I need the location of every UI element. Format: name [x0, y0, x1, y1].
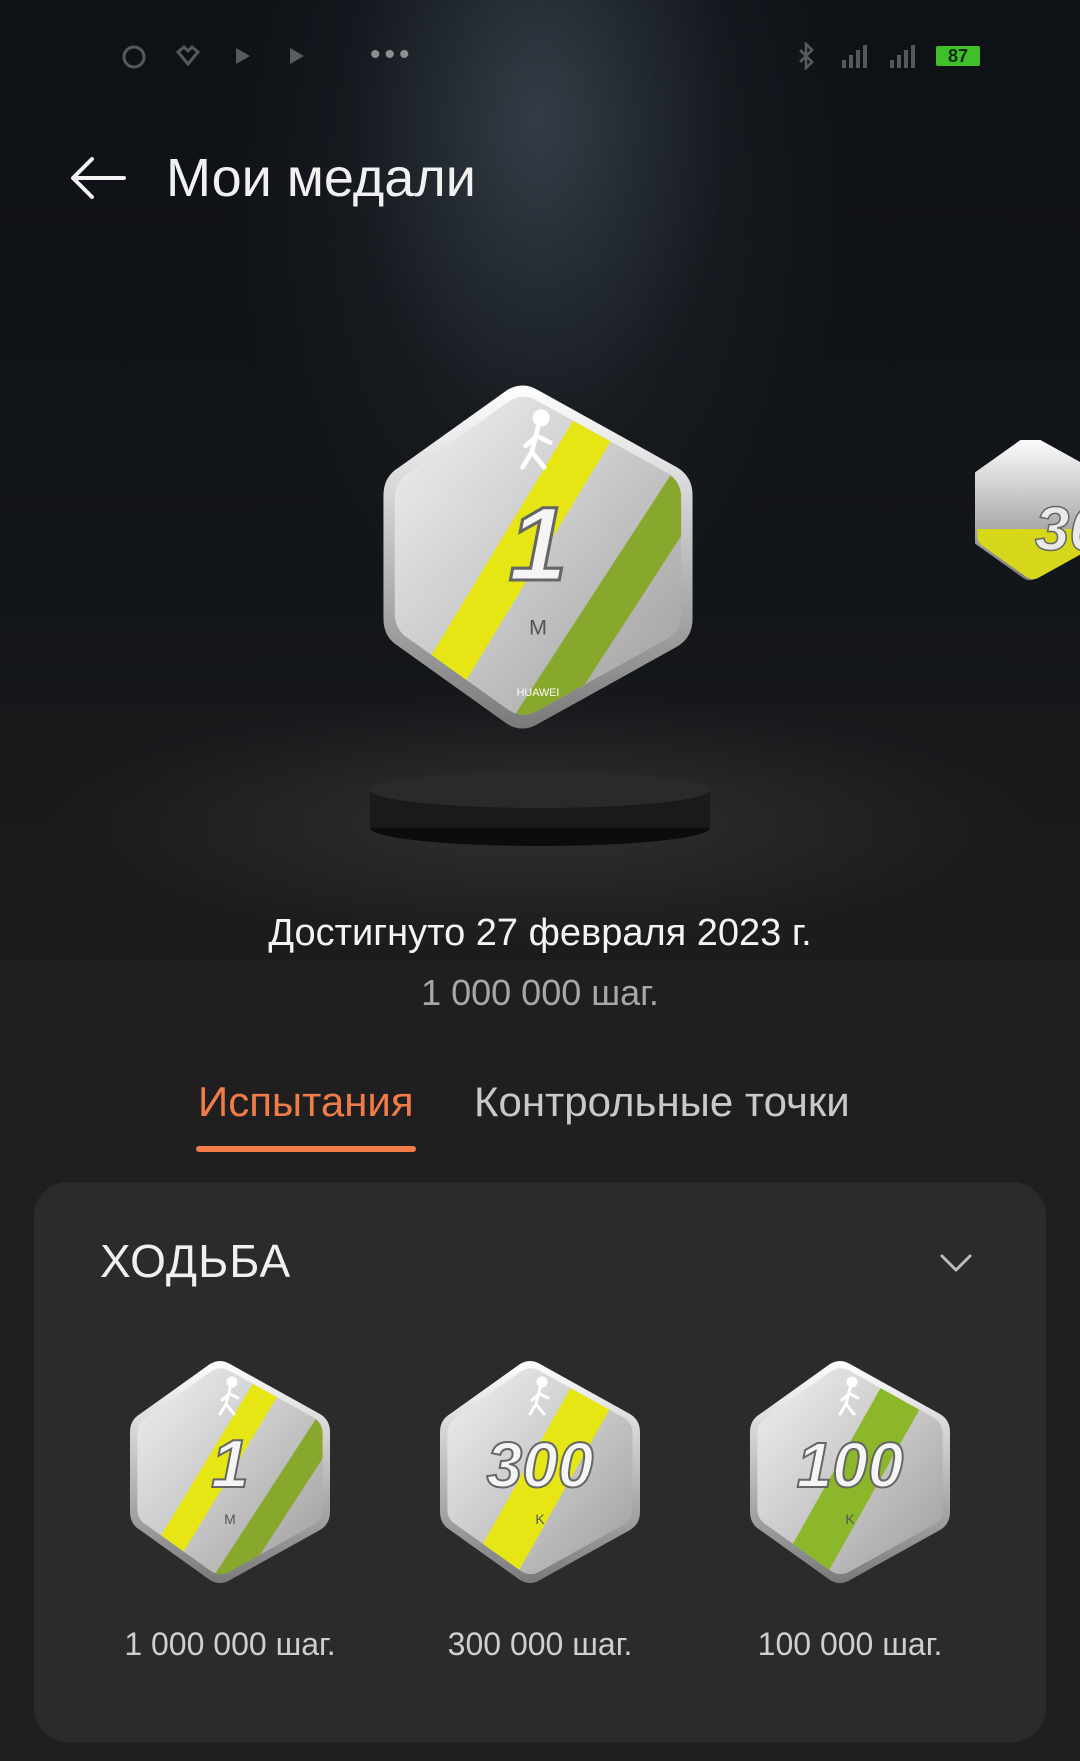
medal-1m: 1 M [130, 1361, 330, 1583]
brand-label: HUAWEI [517, 687, 560, 699]
active-tab-indicator [196, 1146, 416, 1152]
medal-pedestal [370, 772, 710, 846]
hero-medal[interactable]: 1 M HUAWEI [368, 370, 708, 744]
category-title: ХОДЬБА [100, 1235, 292, 1287]
play-icon-2 [290, 48, 304, 64]
top-app-bar: Мои медали [0, 140, 1080, 220]
medal-300k: 300 K [440, 1361, 640, 1583]
tab-milestones-label: Контрольные точки [474, 1078, 850, 1125]
medal-number: 300 [487, 1429, 594, 1501]
tab-challenges-label: Испытания [198, 1078, 414, 1125]
achieved-date: Достигнуто 27 февраля 2023 г. [268, 912, 812, 954]
battery-indicator: 87 [936, 46, 980, 66]
back-arrow-icon[interactable] [66, 146, 130, 210]
tab-milestones[interactable]: Контрольные точки [474, 1078, 850, 1126]
chevron-down-icon[interactable] [936, 1242, 976, 1282]
medal-label: 300 000 шаг. [447, 1626, 633, 1662]
tab-bar: Испытания Контрольные точки [0, 1078, 1080, 1158]
hero-medal-unit: M [529, 614, 547, 639]
medal-number: 100 [797, 1429, 904, 1501]
signal-icon [842, 45, 867, 68]
medal-item[interactable]: 300 K 300 000 шаг. [390, 1352, 690, 1663]
play-icon [236, 48, 250, 64]
medal-steps: 1 000 000 шаг. [421, 972, 659, 1013]
medal-label: 1 000 000 шаг. [124, 1626, 336, 1662]
hero-medal-number: 1 [509, 486, 567, 603]
medal-unit: M [224, 1511, 236, 1527]
bluetooth-icon [799, 42, 814, 70]
health-icon [175, 44, 201, 67]
medal-unit: K [535, 1511, 545, 1527]
next-medal-peek[interactable]: 30 [975, 440, 1080, 664]
battery-level: 87 [947, 46, 969, 66]
tab-challenges[interactable]: Испытания [196, 1078, 416, 1152]
medal-unit: K [845, 1511, 855, 1527]
status-bar: ••• 87 [0, 28, 1080, 88]
alarm-icon [122, 45, 146, 69]
medal-item[interactable]: 100 K 100 000 шаг. [700, 1352, 1000, 1663]
walking-medals-card: ХОДЬБА 1 M 1 000 000 шаг. 300 K 300 000 … [34, 1182, 1046, 1742]
more-notifications-icon: ••• [370, 38, 414, 71]
signal-icon-2 [890, 45, 915, 68]
medal-label: 100 000 шаг. [757, 1626, 943, 1662]
medal-number: 1 [211, 1426, 249, 1502]
medal-100k: 100 K [750, 1361, 950, 1583]
next-medal-number: 30 [1035, 495, 1080, 564]
page-title: Мои медали [166, 148, 476, 208]
medal-item[interactable]: 1 M 1 000 000 шаг. [80, 1352, 380, 1663]
